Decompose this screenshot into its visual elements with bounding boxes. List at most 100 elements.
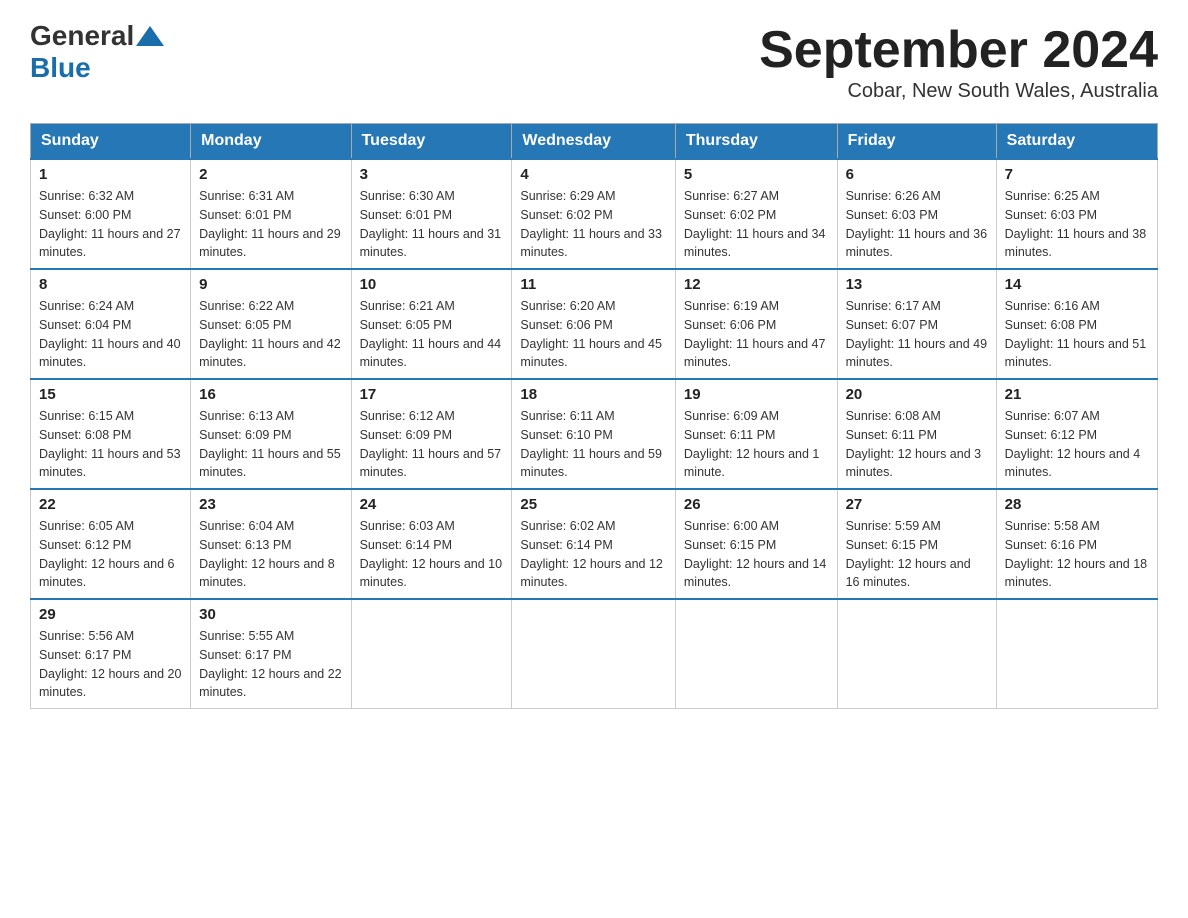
day-info: Sunrise: 6:04 AMSunset: 6:13 PMDaylight:… [199,519,335,589]
day-number: 28 [1005,496,1149,513]
table-row: 23 Sunrise: 6:04 AMSunset: 6:13 PMDaylig… [191,489,351,599]
day-info: Sunrise: 5:59 AMSunset: 6:15 PMDaylight:… [846,519,971,589]
table-row: 3 Sunrise: 6:30 AMSunset: 6:01 PMDayligh… [351,159,512,269]
day-number: 17 [360,386,504,403]
day-number: 16 [199,386,342,403]
day-info: Sunrise: 6:19 AMSunset: 6:06 PMDaylight:… [684,299,826,369]
day-info: Sunrise: 6:17 AMSunset: 6:07 PMDaylight:… [846,299,988,369]
day-info: Sunrise: 6:16 AMSunset: 6:08 PMDaylight:… [1005,299,1147,369]
day-number: 11 [520,276,666,293]
table-row: 6 Sunrise: 6:26 AMSunset: 6:03 PMDayligh… [837,159,996,269]
table-row: 30 Sunrise: 5:55 AMSunset: 6:17 PMDaylig… [191,599,351,709]
col-saturday: Saturday [996,124,1157,160]
day-number: 14 [1005,276,1149,293]
table-row [351,599,512,709]
table-row: 14 Sunrise: 6:16 AMSunset: 6:08 PMDaylig… [996,269,1157,379]
col-thursday: Thursday [675,124,837,160]
calendar-week-row: 22 Sunrise: 6:05 AMSunset: 6:12 PMDaylig… [31,489,1158,599]
logo-triangle-icon [136,26,164,46]
day-number: 13 [846,276,988,293]
day-number: 4 [520,166,666,183]
day-info: Sunrise: 6:13 AMSunset: 6:09 PMDaylight:… [199,409,341,479]
day-info: Sunrise: 6:32 AMSunset: 6:00 PMDaylight:… [39,189,181,259]
table-row: 22 Sunrise: 6:05 AMSunset: 6:12 PMDaylig… [31,489,191,599]
table-row: 24 Sunrise: 6:03 AMSunset: 6:14 PMDaylig… [351,489,512,599]
table-row [675,599,837,709]
table-row: 13 Sunrise: 6:17 AMSunset: 6:07 PMDaylig… [837,269,996,379]
day-info: Sunrise: 6:11 AMSunset: 6:10 PMDaylight:… [520,409,662,479]
table-row: 15 Sunrise: 6:15 AMSunset: 6:08 PMDaylig… [31,379,191,489]
day-info: Sunrise: 6:24 AMSunset: 6:04 PMDaylight:… [39,299,181,369]
day-number: 22 [39,496,182,513]
day-info: Sunrise: 6:26 AMSunset: 6:03 PMDaylight:… [846,189,988,259]
day-info: Sunrise: 6:09 AMSunset: 6:11 PMDaylight:… [684,409,820,479]
calendar-table: Sunday Monday Tuesday Wednesday Thursday… [30,123,1158,709]
day-info: Sunrise: 6:29 AMSunset: 6:02 PMDaylight:… [520,189,662,259]
table-row [837,599,996,709]
day-number: 25 [520,496,666,513]
col-monday: Monday [191,124,351,160]
table-row: 19 Sunrise: 6:09 AMSunset: 6:11 PMDaylig… [675,379,837,489]
day-info: Sunrise: 6:05 AMSunset: 6:12 PMDaylight:… [39,519,175,589]
col-wednesday: Wednesday [512,124,675,160]
table-row: 7 Sunrise: 6:25 AMSunset: 6:03 PMDayligh… [996,159,1157,269]
day-number: 5 [684,166,829,183]
page-header: General Blue September 2024 Cobar, New S… [30,20,1158,103]
day-number: 6 [846,166,988,183]
day-info: Sunrise: 5:56 AMSunset: 6:17 PMDaylight:… [39,629,181,699]
day-number: 1 [39,166,182,183]
day-number: 2 [199,166,342,183]
calendar-week-row: 1 Sunrise: 6:32 AMSunset: 6:00 PMDayligh… [31,159,1158,269]
day-info: Sunrise: 6:30 AMSunset: 6:01 PMDaylight:… [360,189,502,259]
day-info: Sunrise: 5:55 AMSunset: 6:17 PMDaylight:… [199,629,341,699]
col-sunday: Sunday [31,124,191,160]
day-number: 20 [846,386,988,403]
day-number: 21 [1005,386,1149,403]
day-number: 27 [846,496,988,513]
day-info: Sunrise: 6:02 AMSunset: 6:14 PMDaylight:… [520,519,662,589]
logo-blue-text: Blue [30,52,91,84]
day-number: 29 [39,606,182,623]
table-row: 1 Sunrise: 6:32 AMSunset: 6:00 PMDayligh… [31,159,191,269]
day-info: Sunrise: 6:21 AMSunset: 6:05 PMDaylight:… [360,299,502,369]
table-row: 17 Sunrise: 6:12 AMSunset: 6:09 PMDaylig… [351,379,512,489]
day-number: 26 [684,496,829,513]
day-number: 24 [360,496,504,513]
logo-general-text: General [30,20,134,52]
table-row: 12 Sunrise: 6:19 AMSunset: 6:06 PMDaylig… [675,269,837,379]
calendar-week-row: 29 Sunrise: 5:56 AMSunset: 6:17 PMDaylig… [31,599,1158,709]
col-tuesday: Tuesday [351,124,512,160]
day-info: Sunrise: 6:31 AMSunset: 6:01 PMDaylight:… [199,189,341,259]
day-info: Sunrise: 6:22 AMSunset: 6:05 PMDaylight:… [199,299,341,369]
day-number: 19 [684,386,829,403]
table-row: 4 Sunrise: 6:29 AMSunset: 6:02 PMDayligh… [512,159,675,269]
day-info: Sunrise: 6:15 AMSunset: 6:08 PMDaylight:… [39,409,181,479]
day-info: Sunrise: 6:03 AMSunset: 6:14 PMDaylight:… [360,519,502,589]
day-number: 30 [199,606,342,623]
day-info: Sunrise: 6:25 AMSunset: 6:03 PMDaylight:… [1005,189,1147,259]
table-row: 27 Sunrise: 5:59 AMSunset: 6:15 PMDaylig… [837,489,996,599]
logo: General Blue [30,20,166,84]
day-info: Sunrise: 6:27 AMSunset: 6:02 PMDaylight:… [684,189,826,259]
day-number: 18 [520,386,666,403]
calendar-title: September 2024 [759,20,1158,80]
col-friday: Friday [837,124,996,160]
day-number: 12 [684,276,829,293]
day-info: Sunrise: 6:08 AMSunset: 6:11 PMDaylight:… [846,409,982,479]
day-info: Sunrise: 6:12 AMSunset: 6:09 PMDaylight:… [360,409,502,479]
day-number: 15 [39,386,182,403]
table-row: 26 Sunrise: 6:00 AMSunset: 6:15 PMDaylig… [675,489,837,599]
day-number: 7 [1005,166,1149,183]
table-row: 20 Sunrise: 6:08 AMSunset: 6:11 PMDaylig… [837,379,996,489]
day-info: Sunrise: 5:58 AMSunset: 6:16 PMDaylight:… [1005,519,1147,589]
table-row [996,599,1157,709]
table-row: 10 Sunrise: 6:21 AMSunset: 6:05 PMDaylig… [351,269,512,379]
calendar-week-row: 8 Sunrise: 6:24 AMSunset: 6:04 PMDayligh… [31,269,1158,379]
table-row: 5 Sunrise: 6:27 AMSunset: 6:02 PMDayligh… [675,159,837,269]
table-row: 9 Sunrise: 6:22 AMSunset: 6:05 PMDayligh… [191,269,351,379]
table-row: 18 Sunrise: 6:11 AMSunset: 6:10 PMDaylig… [512,379,675,489]
day-info: Sunrise: 6:07 AMSunset: 6:12 PMDaylight:… [1005,409,1141,479]
day-number: 3 [360,166,504,183]
calendar-subtitle: Cobar, New South Wales, Australia [759,80,1158,103]
table-row: 28 Sunrise: 5:58 AMSunset: 6:16 PMDaylig… [996,489,1157,599]
